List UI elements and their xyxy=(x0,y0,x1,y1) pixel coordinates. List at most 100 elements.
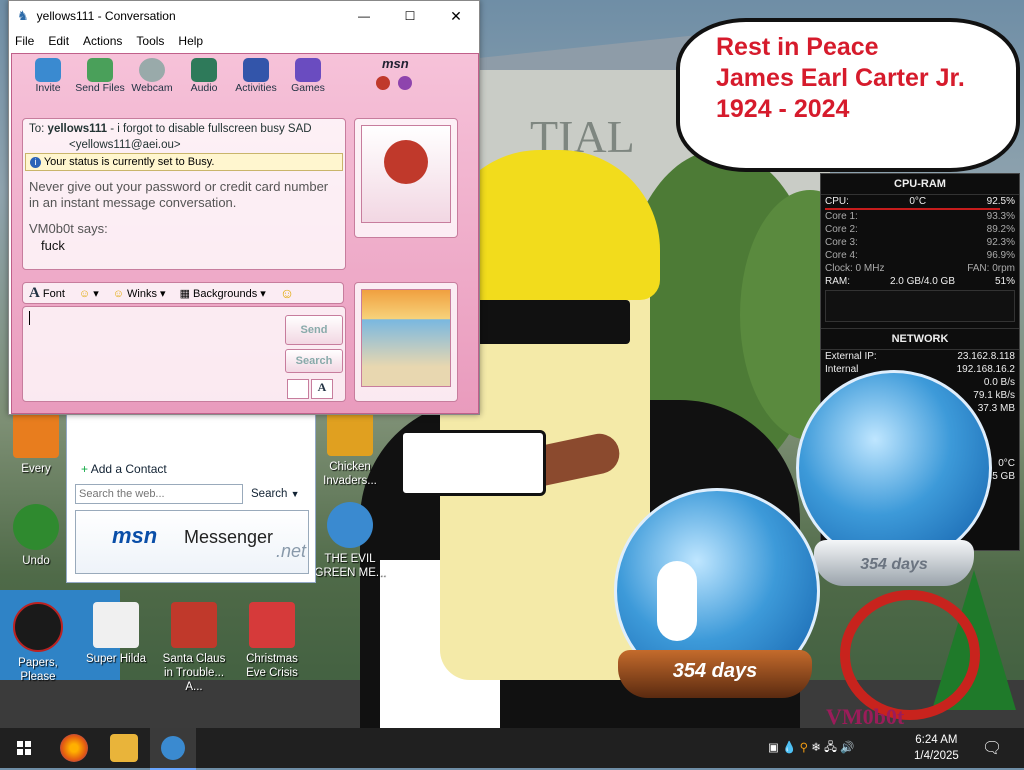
status-notice: i Your status is currently set to Busy. xyxy=(25,153,343,171)
webcam-icon xyxy=(139,58,165,82)
winks-button[interactable]: ☺ Winks ▾ xyxy=(113,287,166,300)
msn-banner[interactable]: msn Messenger .net xyxy=(75,510,309,574)
chicken-invaders-icon xyxy=(327,410,373,456)
nudge-button[interactable]: ☺ xyxy=(280,285,294,301)
smiley-icon: ☺ xyxy=(78,287,91,300)
maximize-button[interactable]: ☐ xyxy=(387,9,433,23)
notification-icon[interactable]: ▣ xyxy=(768,742,779,754)
backgrounds-icon: ▦ xyxy=(179,287,190,300)
msn-people-icon: ♞ xyxy=(17,8,29,23)
search-icon[interactable]: ⚲ xyxy=(800,742,808,754)
desktop-icon-christmas-eve-crisis[interactable]: Christmas Eve Crisis xyxy=(236,602,308,680)
search-web-button[interactable]: Search ▼ xyxy=(251,488,300,500)
search-button[interactable]: Search xyxy=(285,349,343,373)
games-icon xyxy=(295,58,321,82)
undo-icon xyxy=(13,504,59,550)
desktop-icon-label: Super Hilda xyxy=(85,653,147,665)
menu-actions[interactable]: Actions xyxy=(83,34,122,48)
desktop-icon-label: Every xyxy=(21,463,51,475)
search-web-input[interactable] xyxy=(75,484,243,504)
sender-label: VM0b0t says: xyxy=(29,221,108,236)
bubble-line-2: James Earl Carter Jr. xyxy=(716,64,965,92)
msn-brand: msn xyxy=(382,56,409,71)
core-row: Core 2: 89.2% xyxy=(825,224,1015,235)
firefox-icon[interactable] xyxy=(60,734,88,762)
block-icon[interactable] xyxy=(376,76,390,90)
title-bar[interactable]: ♞ yellows111 - Conversation — ☐ ✕ xyxy=(9,1,479,31)
clock-time: 6:24 AM xyxy=(915,734,958,746)
message-history[interactable]: To: yellows111 - i forgot to disable ful… xyxy=(22,118,346,270)
spiral-tree-icon xyxy=(840,590,980,720)
webcam-button[interactable]: Webcam xyxy=(126,56,178,102)
clock[interactable]: 6:24 AM 1/4/2025 xyxy=(914,732,959,764)
clock-date: 1/4/2025 xyxy=(914,750,959,762)
super-hilda-icon xyxy=(93,602,139,648)
plus-icon: + xyxy=(81,462,89,476)
invite-button[interactable]: Invite xyxy=(22,56,74,102)
desktop-icon-papers-please[interactable]: Papers, Please xyxy=(2,602,74,684)
desktop-icon-undo[interactable]: Undo xyxy=(0,504,72,568)
add-contact-link[interactable]: + Add a Contact xyxy=(81,462,167,476)
compose-toolbar: A Font ☺ ▾ ☺ Winks ▾ ▦ Backgrounds ▾ ☺ xyxy=(22,282,344,304)
core-row: Core 3: 92.3% xyxy=(825,237,1015,248)
taskbar: ▣ 💧 ⚲ ❄ 🖧 🔊 6:24 AM 1/4/2025 🗨 xyxy=(0,728,1024,770)
msn-messenger-taskbar-button[interactable] xyxy=(150,728,196,770)
desktop-icon-chicken-invaders[interactable]: Chicken Invaders... xyxy=(314,410,386,488)
desktop-icon-label: Christmas Eve Crisis xyxy=(246,653,298,679)
security-warning: Never give out your password or credit c… xyxy=(29,179,329,210)
papers-please-icon xyxy=(13,602,63,652)
msn-people-icon xyxy=(327,502,373,548)
window-title: yellows111 - Conversation xyxy=(36,9,176,23)
desktop-icon-every[interactable]: Every xyxy=(0,412,72,476)
options-icon[interactable] xyxy=(398,76,412,90)
file-explorer-icon[interactable] xyxy=(110,734,138,762)
desktop-icon-super-hilda[interactable]: Super Hilda xyxy=(80,602,152,666)
msn-people-icon xyxy=(161,736,185,760)
snow-globe-front-base: 354 days xyxy=(618,650,812,698)
conversation-content: msn Invite Send Files Webcam Audio Activ… xyxy=(11,53,479,414)
games-button[interactable]: Games xyxy=(282,56,334,102)
volume-icon[interactable]: 🔊 xyxy=(840,742,854,754)
activities-button[interactable]: Activities xyxy=(230,56,282,102)
snowflake-icon[interactable]: ❄ xyxy=(811,742,821,754)
cpu-row: CPU: 0°C 92.5% xyxy=(821,195,1019,208)
conversation-window[interactable]: ♞ yellows111 - Conversation — ☐ ✕ File E… xyxy=(8,0,480,415)
windows-icon xyxy=(17,741,31,755)
start-button[interactable] xyxy=(10,734,38,762)
font-button[interactable]: A Font xyxy=(29,285,65,302)
typing-mode-icon[interactable]: A xyxy=(311,379,333,399)
message-input[interactable]: Send Search A xyxy=(22,306,346,402)
menu-tools[interactable]: Tools xyxy=(136,34,164,48)
menu-edit[interactable]: Edit xyxy=(48,34,69,48)
desktop-icon-evil-green-me[interactable]: THE EVIL GREEN ME... xyxy=(314,502,386,580)
close-button[interactable]: ✕ xyxy=(433,8,479,25)
backgrounds-button[interactable]: ▦ Backgrounds ▾ xyxy=(180,287,266,300)
invite-icon xyxy=(35,58,61,82)
audio-button[interactable]: Audio xyxy=(178,56,230,102)
handwriting-icon[interactable] xyxy=(287,379,309,399)
network-icon[interactable]: 🖧 xyxy=(824,742,837,754)
menu-help[interactable]: Help xyxy=(178,34,203,48)
cartoon-glasses xyxy=(470,300,630,344)
bubble-line-3: 1924 - 2024 xyxy=(716,95,850,123)
emoticon-button[interactable]: ☺ ▾ xyxy=(79,287,99,300)
cpu-ram-title: CPU-RAM xyxy=(821,174,1019,195)
msn-logo-text: msn xyxy=(112,523,158,548)
droplet-icon[interactable]: 💧 xyxy=(782,742,796,754)
desktop-icon-label: Papers, Please xyxy=(18,657,58,683)
net-logo-text: .net xyxy=(276,541,307,561)
send-files-button[interactable]: Send Files xyxy=(74,56,126,102)
core-row: Core 1: 93.3% xyxy=(825,211,1015,222)
contact-display-picture[interactable] xyxy=(354,118,458,238)
action-center-icon[interactable]: 🗨 xyxy=(982,738,1002,758)
menu-file[interactable]: File xyxy=(15,34,34,48)
menu-bar: File Edit Actions Tools Help xyxy=(9,31,479,51)
desktop-icon-santa-claus[interactable]: Santa Claus in Trouble... A... xyxy=(158,602,230,694)
messenger-window[interactable]: + Add a Contact Search ▼ msn Messenger .… xyxy=(66,413,316,583)
my-display-picture[interactable] xyxy=(354,282,458,402)
everything-icon xyxy=(13,412,59,458)
send-button[interactable]: Send xyxy=(285,315,343,345)
minimize-button[interactable]: — xyxy=(341,9,387,23)
speech-bubble-text: Rest in Peace James Earl Carter Jr. 1924… xyxy=(716,32,965,125)
beach-chairs-avatar-icon xyxy=(361,289,451,387)
